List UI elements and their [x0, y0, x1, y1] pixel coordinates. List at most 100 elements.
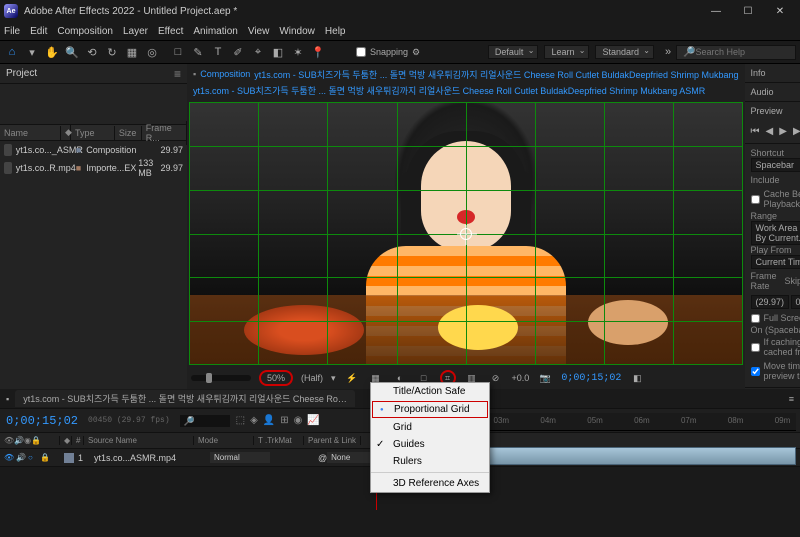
close-button[interactable]: ✕	[764, 0, 796, 22]
pen-tool-icon[interactable]: ✎	[190, 44, 206, 60]
project-row[interactable]: yt1s.co..R.mp4 ■ Importe...EX 133 MB 29.…	[0, 159, 187, 177]
composition-tab[interactable]: yt1s.com - SUB치즈가득 두툼한 ... 돌면 먹방 새우튀김까지 …	[193, 86, 705, 96]
menu-help[interactable]: Help	[325, 26, 346, 37]
info-panel-title[interactable]: Info	[751, 68, 766, 78]
menu-rulers[interactable]: Rulers	[371, 453, 489, 470]
prev-frame-icon[interactable]: ◀	[766, 126, 774, 137]
cache-checkbox[interactable]	[751, 195, 760, 204]
rectangle-tool-icon[interactable]: □	[170, 44, 186, 60]
roto-tool-icon[interactable]: ✶	[290, 44, 306, 60]
project-panel-title[interactable]: Project	[6, 68, 37, 79]
col-name[interactable]: Name	[0, 126, 61, 140]
menu-layer[interactable]: Layer	[123, 26, 148, 37]
ifcaching-checkbox[interactable]	[751, 343, 760, 352]
frameblend-icon[interactable]: ⊞	[280, 415, 288, 426]
composition-crumb[interactable]: yt1s.com - SUB치즈가득 두툼한 ... 돌면 먹방 새우튀김까지 …	[254, 68, 738, 81]
zoom-percent[interactable]: 50%	[259, 370, 293, 386]
menu-grid[interactable]: Grid	[371, 419, 489, 436]
timeline-current-time[interactable]: 0;00;15;02	[6, 414, 78, 428]
eraser-tool-icon[interactable]: ◧	[270, 44, 286, 60]
menu-file[interactable]: File	[4, 26, 20, 37]
menu-animation[interactable]: Animation	[193, 26, 237, 37]
col-idx[interactable]: #	[72, 436, 84, 445]
col-trkmat[interactable]: T .TrkMat	[254, 436, 304, 445]
timeline-search[interactable]	[180, 415, 230, 427]
menu-proportional-grid[interactable]: Proportional Grid	[372, 401, 488, 418]
snapshot-icon[interactable]: 📷	[537, 370, 553, 386]
snapping-checkbox[interactable]	[356, 47, 366, 57]
layer-color-tag[interactable]	[64, 453, 74, 463]
draft3d-icon[interactable]: ◈	[250, 415, 258, 426]
brush-tool-icon[interactable]: ✐	[230, 44, 246, 60]
lock-toggle-icon[interactable]: 🔒	[40, 453, 50, 463]
play-icon[interactable]: ▶	[779, 126, 787, 137]
graph-editor-icon[interactable]: 📈	[307, 415, 319, 426]
col-mode[interactable]: Mode	[194, 436, 254, 445]
fast-preview-icon[interactable]: ⚡	[344, 370, 360, 386]
viewport[interactable]	[189, 102, 743, 365]
range-select[interactable]: Work Area Extended By Current...	[751, 221, 800, 245]
framerate-select[interactable]: (29.97)	[751, 295, 789, 309]
anchor-point-icon[interactable]	[460, 228, 472, 240]
panel-menu-icon[interactable]: ≡	[789, 394, 794, 404]
timeline-tab[interactable]: yt1s.com - SUB치즈가득 두툼한 ... 돌면 먹방 새우튀김까지 …	[15, 390, 355, 407]
menu-view[interactable]: View	[248, 26, 270, 37]
hand-tool-icon[interactable]: ✋	[44, 44, 60, 60]
minimize-button[interactable]: —	[700, 0, 732, 22]
clone-tool-icon[interactable]: ⌖	[250, 44, 266, 60]
shy-icon[interactable]: 👤	[263, 415, 275, 426]
menu-edit[interactable]: Edit	[30, 26, 47, 37]
puppet-tool-icon[interactable]: 📍	[310, 44, 326, 60]
col-tag[interactable]: ◆	[61, 125, 71, 140]
panel-menu-icon[interactable]: ≡	[174, 67, 181, 81]
home-icon[interactable]: ⌂	[4, 44, 20, 60]
menu-guides[interactable]: Guides	[371, 436, 489, 453]
col-source[interactable]: Source Name	[84, 436, 194, 445]
motionblur-icon[interactable]: ◉	[294, 415, 303, 426]
col-framerate[interactable]: Frame R...	[142, 121, 187, 145]
skip-select[interactable]: 0	[791, 295, 800, 309]
comp-flowchart-icon[interactable]: ⬚	[236, 415, 245, 426]
selection-tool-icon[interactable]: ▾	[24, 44, 40, 60]
menu-window[interactable]: Window	[279, 26, 315, 37]
workspace-more-icon[interactable]: »	[660, 44, 676, 60]
parent-pickwhip-icon[interactable]: @	[318, 453, 327, 463]
menu-effect[interactable]: Effect	[158, 26, 183, 37]
zoom-tool-icon[interactable]: 🔍	[64, 44, 80, 60]
shortcut-select[interactable]: Spacebar	[751, 158, 800, 172]
resolution-dropdown[interactable]: (Half)	[301, 373, 323, 383]
audio-toggle-icon[interactable]: 🔊	[16, 453, 26, 463]
fullscreen-checkbox[interactable]	[751, 314, 760, 323]
solo-toggle-icon[interactable]: ○	[28, 453, 38, 463]
movetime-checkbox[interactable]	[751, 367, 760, 376]
search-help[interactable]: 🔎	[676, 45, 796, 60]
text-tool-icon[interactable]: T	[210, 44, 226, 60]
current-time[interactable]: 0;00;15;02	[561, 373, 621, 384]
video-toggle-icon[interactable]: 👁	[4, 453, 14, 463]
workspace-standard[interactable]: Standard	[595, 45, 654, 59]
camera-tool-icon[interactable]: ▦	[124, 44, 140, 60]
menu-3d-reference-axes[interactable]: 3D Reference Axes	[371, 475, 489, 492]
orbit-tool-icon[interactable]: ⟲	[84, 44, 100, 60]
zoom-slider[interactable]	[191, 375, 251, 381]
search-help-input[interactable]	[695, 47, 789, 57]
exposure-value[interactable]: +0.0	[512, 373, 530, 383]
render-queue-icon[interactable]: ▪	[6, 394, 9, 404]
layer-mode[interactable]: Normal	[210, 452, 270, 463]
snapping-options-icon[interactable]: ⚙	[412, 47, 420, 58]
workspace-learn[interactable]: Learn	[544, 45, 589, 59]
maximize-button[interactable]: ☐	[732, 0, 764, 22]
preview-panel-title[interactable]: Preview	[751, 106, 783, 116]
audio-panel-title[interactable]: Audio	[751, 87, 774, 97]
menu-title-action-safe[interactable]: Title/Action Safe	[371, 383, 489, 400]
first-frame-icon[interactable]: ⏮	[751, 126, 760, 137]
playfrom-select[interactable]: Current Time	[751, 255, 800, 269]
col-size[interactable]: Size	[115, 126, 142, 140]
menu-composition[interactable]: Composition	[57, 26, 113, 37]
col-type[interactable]: Type	[71, 126, 115, 140]
rotate-tool-icon[interactable]: ↻	[104, 44, 120, 60]
layer-name[interactable]: yt1s.co...ASMR.mp4	[90, 453, 210, 463]
col-parent[interactable]: Parent & Link	[304, 436, 361, 445]
workspace-default[interactable]: Default	[488, 45, 539, 59]
next-frame-icon[interactable]: ▶	[793, 126, 800, 137]
